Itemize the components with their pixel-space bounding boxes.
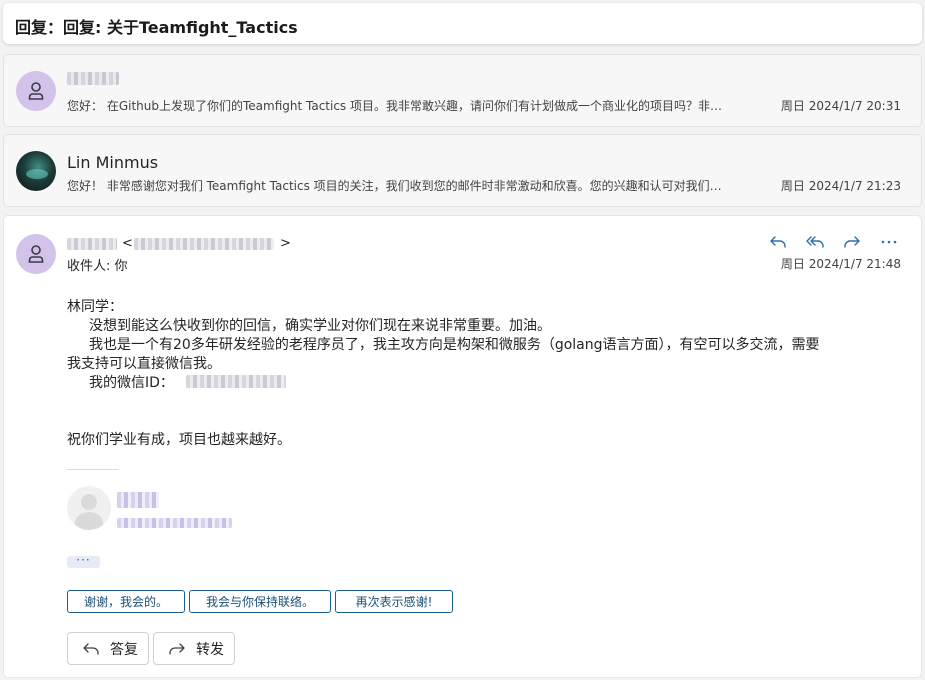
sender-email-redacted	[134, 238, 274, 250]
message-preview: 您好： 在Github上发现了你们的Teamfight Tactics 项目。我…	[67, 99, 732, 113]
message-date: 周日 2024/1/7 20:31	[780, 99, 901, 113]
message-body: 林同学： 没想到能这么快收到你的回信，确实学业对你们现在来说非常重要。加油。 我…	[67, 298, 897, 450]
wechat-label: 我的微信ID：	[89, 375, 174, 391]
body-line-1: 没想到能这么快收到你的回信，确实学业对你们现在来说非常重要。加油。	[89, 318, 551, 334]
wechat-line: 我的微信ID：	[67, 374, 897, 393]
show-more-button[interactable]: ···	[67, 554, 100, 568]
reply-icon	[83, 642, 99, 655]
signature-detail-redacted	[117, 518, 232, 528]
quick-reply-2[interactable]: 我会与你保持联络。	[189, 590, 331, 613]
forward-icon[interactable]	[840, 231, 864, 253]
sender-avatar	[16, 151, 56, 191]
forward-label: 转发	[196, 641, 224, 658]
sender-avatar	[16, 234, 56, 274]
recipient-line: 收件人: 你	[67, 259, 128, 274]
email-subject: 回复：回复: 关于Teamfight_Tactics	[15, 18, 298, 37]
signature-divider	[67, 469, 119, 470]
sender-avatar	[16, 71, 56, 111]
wechat-id-redacted	[185, 374, 286, 388]
forward-icon	[169, 642, 185, 655]
from-open-bracket: <	[122, 236, 133, 251]
message-date: 周日 2024/1/7 21:23	[780, 179, 901, 193]
sender-name-redacted	[67, 238, 117, 250]
more-icon[interactable]	[877, 231, 901, 253]
reply-all-icon[interactable]	[803, 231, 827, 253]
closing-line: 祝你们学业有成，项目也越来越好。	[67, 432, 291, 448]
signature-name-redacted	[117, 492, 159, 508]
collapsed-message-2[interactable]: Lin Minmus 您好！ 非常感谢您对我们 Teamfight Tactic…	[3, 134, 922, 207]
reply-icon[interactable]	[766, 231, 790, 253]
forward-button[interactable]: 转发	[153, 632, 235, 665]
person-icon	[28, 82, 44, 100]
message-date: 周日 2024/1/7 21:48	[780, 257, 901, 271]
sender-name-redacted	[67, 72, 119, 85]
person-icon	[28, 245, 44, 263]
greeting: 林同学：	[67, 299, 123, 315]
body-line-2-cont: 我支持可以直接微信我。	[67, 356, 221, 372]
sender-name: Lin Minmus	[67, 153, 159, 172]
signature-avatar	[67, 486, 111, 530]
from-close-bracket: >	[280, 236, 291, 251]
expanded-message: < > 收件人: 你 周日 2024/1/7 21:48 林同学： 没想到能这么…	[3, 215, 922, 678]
message-preview: 您好！ 非常感谢您对我们 Teamfight Tactics 项目的关注，我们收…	[67, 179, 732, 193]
quick-reply-3[interactable]: 再次表示感谢!	[335, 590, 453, 613]
reply-button[interactable]: 答复	[67, 632, 149, 665]
quick-reply-1[interactable]: 谢谢，我会的。	[67, 590, 185, 613]
body-line-2: 我也是一个有20多年研发经验的老程序员了，我主攻方向是构架和微服务（golang…	[89, 337, 820, 353]
subject-bar: 回复：回复: 关于Teamfight_Tactics	[3, 3, 922, 44]
reply-label: 答复	[110, 641, 138, 658]
collapsed-message-1[interactable]: 您好： 在Github上发现了你们的Teamfight Tactics 项目。我…	[3, 54, 922, 127]
message-actions	[766, 231, 901, 253]
